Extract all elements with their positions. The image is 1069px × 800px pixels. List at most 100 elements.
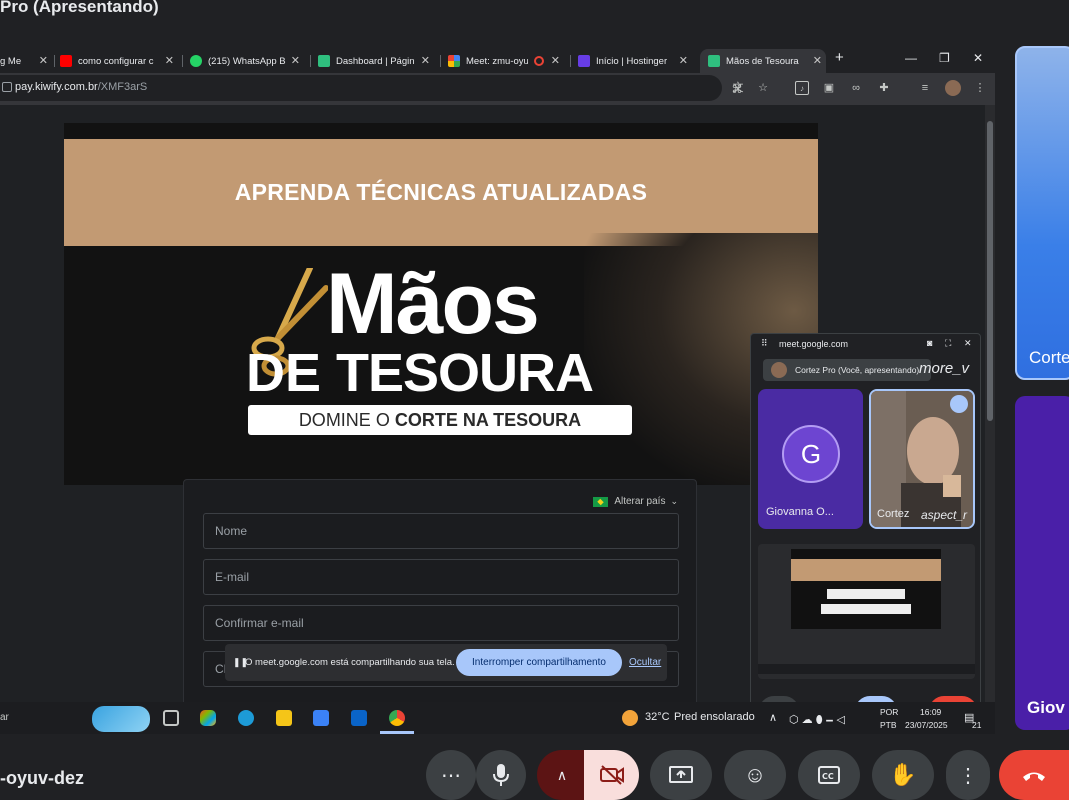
- reactions-button[interactable]: ☺: [724, 750, 786, 800]
- close-icon[interactable]: ✕: [165, 54, 174, 67]
- extensions-puzzle-icon[interactable]: ✚: [877, 81, 891, 95]
- meet-presenting-header: Pro (Apresentando): [0, 0, 1069, 26]
- video-icon[interactable]: ◙: [927, 338, 932, 348]
- new-tab-button[interactable]: +: [835, 49, 844, 66]
- end-call-button[interactable]: [999, 750, 1069, 800]
- url-path: /XMF3arS: [97, 81, 148, 93]
- close-icon[interactable]: ✕: [291, 54, 300, 67]
- raise-hand-button[interactable]: ✋: [872, 750, 934, 800]
- fullscreen-icon[interactable]: ⛶: [945, 338, 951, 349]
- product-banner: APRENDA TÉCNICAS ATUALIZADAS Mãos DE TES…: [64, 123, 818, 485]
- logo-de: DE: [246, 343, 322, 403]
- email-field[interactable]: E-mail: [203, 559, 679, 595]
- clock-date[interactable]: 23/07/2025: [905, 720, 948, 730]
- camera-off-icon: [599, 765, 624, 785]
- confirm-email-field[interactable]: Confirmar e-mail: [203, 605, 679, 641]
- chrome-icon[interactable]: [389, 710, 405, 726]
- close-icon[interactable]: ✕: [679, 54, 688, 67]
- drag-handle-icon[interactable]: ⠿: [761, 338, 768, 349]
- tab-dashboard[interactable]: Dashboard | Págin ✕: [318, 49, 434, 73]
- more-options-button[interactable]: more_v: [919, 360, 969, 377]
- taskbar-search[interactable]: ar: [0, 702, 152, 734]
- more-options-button[interactable]: ⋯: [426, 750, 476, 800]
- camera-button[interactable]: [584, 750, 639, 800]
- tab-whatsapp[interactable]: (215) WhatsApp B ✕: [190, 49, 304, 73]
- weather-icon[interactable]: [622, 710, 638, 726]
- task-view-icon[interactable]: [163, 710, 179, 726]
- present-icon: [669, 766, 693, 783]
- participant-tile-giovanna-right[interactable]: Giov: [1015, 396, 1069, 730]
- tab-meet-2[interactable]: Meet: zmu-oyu ✕: [448, 49, 564, 73]
- captions-button[interactable]: CC: [798, 750, 860, 800]
- mic-button[interactable]: [476, 750, 526, 800]
- minimize-icon[interactable]: —: [905, 51, 917, 65]
- change-country-button[interactable]: Alterar país ⌄: [593, 496, 678, 507]
- tab-meet-1[interactable]: g Me ✕: [0, 49, 52, 73]
- name-field[interactable]: Nome: [203, 513, 679, 549]
- meet-strip: [0, 26, 1069, 46]
- lang-top[interactable]: POR: [880, 707, 898, 717]
- presenter-banner: Cortez Pro (Você, apresentando): [763, 359, 931, 381]
- tagline-a: DOMINE O: [298, 410, 395, 430]
- more-vert-button[interactable]: ⋮: [946, 750, 990, 800]
- lang-bottom[interactable]: PTB: [880, 720, 897, 730]
- participant-tile-cortez-right[interactable]: Corte: [1015, 46, 1069, 380]
- kiwify-icon: [708, 55, 720, 67]
- hide-link[interactable]: Ocultar: [629, 657, 661, 668]
- close-icon[interactable]: ✕: [964, 338, 972, 349]
- aspect-ratio-button[interactable]: aspect_r: [921, 508, 967, 522]
- tab-divider: [182, 55, 183, 67]
- logo-tagline: DOMINE O CORTE NA TESOURA: [248, 405, 632, 435]
- tab-youtube[interactable]: como configurar c ✕: [60, 49, 178, 73]
- tray-icons[interactable]: ⬡ ☁ ⬮ 🗕 ◁: [789, 711, 845, 730]
- whatsapp-icon: [190, 55, 202, 67]
- restore-icon[interactable]: ❐: [939, 51, 950, 65]
- close-icon[interactable]: ✕: [421, 54, 430, 67]
- close-window-icon[interactable]: ✕: [973, 51, 983, 65]
- extension-icon[interactable]: ♪: [795, 81, 809, 95]
- camera-options-button[interactable]: ∧: [537, 750, 587, 800]
- chevron-up-icon[interactable]: ∧: [769, 711, 777, 724]
- tab-maos-de-tesoura[interactable]: Mãos de Tesoura ✕: [700, 49, 826, 73]
- search-text: ar: [0, 712, 9, 723]
- chevron-up-icon: ∧: [556, 766, 568, 783]
- close-icon[interactable]: ✕: [39, 54, 48, 67]
- weather-text: Pred ensolarado: [674, 711, 755, 723]
- stop-sharing-button[interactable]: Interromper compartilhamento: [456, 649, 622, 676]
- page-scrollbar[interactable]: [985, 105, 995, 702]
- close-icon[interactable]: ✕: [551, 54, 560, 67]
- more-menu-icon[interactable]: ⋮: [973, 81, 987, 95]
- clock-time[interactable]: 16:09: [920, 707, 941, 717]
- hostinger-icon: [578, 55, 590, 67]
- participant-tile-giovanna[interactable]: G Giovanna O...: [758, 389, 863, 529]
- screenshot-icon[interactable]: ▣: [822, 81, 836, 95]
- logo-maos: Mãos: [326, 256, 540, 352]
- address-bar-row: pay.kiwify.com.br/XMF3arS ⌘ 文 ☆ ♪ ▣ ∞ ✚ …: [0, 73, 995, 105]
- url-field[interactable]: pay.kiwify.com.br/XMF3arS ⌘: [0, 75, 743, 101]
- tab-hostinger[interactable]: Início | Hostinger ✕: [578, 49, 692, 73]
- scrollbar-thumb[interactable]: [987, 121, 993, 421]
- participant-tile-cortez[interactable]: Cortez aspect_r: [869, 389, 975, 529]
- outlook-icon[interactable]: [351, 710, 367, 726]
- site-info-icon[interactable]: [2, 82, 12, 92]
- media-controls-icon[interactable]: ≡: [918, 81, 932, 95]
- edge-icon[interactable]: [238, 710, 254, 726]
- banner-headline: APRENDA TÉCNICAS ATUALIZADAS: [234, 179, 648, 205]
- preview-logo: [821, 604, 911, 614]
- file-explorer-icon[interactable]: [276, 710, 292, 726]
- copilot-icon[interactable]: [200, 710, 216, 726]
- glasses-icon[interactable]: ∞: [849, 81, 863, 95]
- translate-icon[interactable]: 文: [731, 81, 745, 95]
- present-now-button[interactable]: [650, 750, 712, 800]
- close-icon[interactable]: ✕: [813, 54, 822, 67]
- tab-label: g Me: [0, 55, 22, 67]
- pip-title: meet.google.com: [779, 339, 849, 349]
- call-end-icon: [1023, 772, 1045, 781]
- store-icon[interactable]: [313, 710, 329, 726]
- bookmark-star-icon[interactable]: ☆: [756, 81, 770, 95]
- profile-avatar[interactable]: [945, 80, 961, 96]
- avatar: [771, 362, 787, 378]
- tagline-b: CORTE NA TESOURA: [394, 410, 582, 430]
- hand-icon: ✋: [889, 762, 917, 787]
- meet-icon: [448, 55, 460, 67]
